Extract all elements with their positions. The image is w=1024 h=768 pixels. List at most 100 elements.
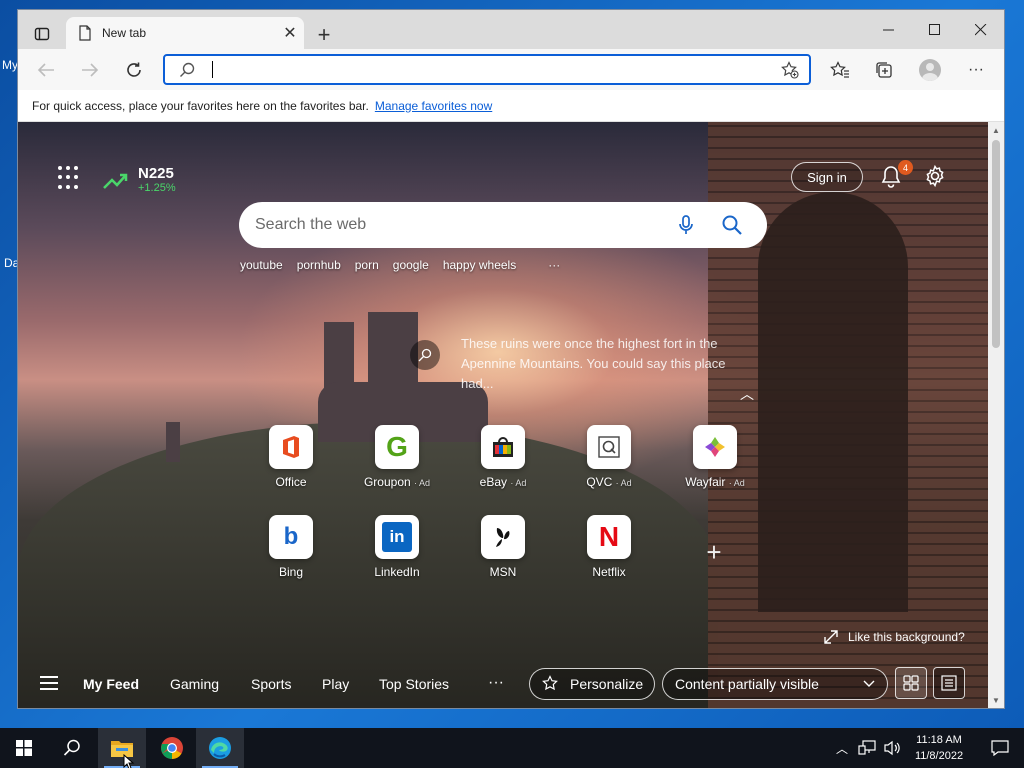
ticker-change: +1.25%	[138, 182, 176, 194]
system-clock[interactable]: 11:18 AM 11/8/2022	[904, 732, 974, 764]
taskbar-chrome[interactable]	[148, 728, 196, 768]
network-icon[interactable]	[858, 740, 876, 756]
trending-more-button[interactable]: ···	[548, 258, 560, 272]
tab-sports[interactable]: Sports	[251, 676, 291, 692]
web-search-input[interactable]	[255, 214, 655, 236]
sign-in-button[interactable]: Sign in	[791, 162, 863, 192]
start-button[interactable]	[0, 728, 48, 768]
image-info-text[interactable]: These ruins were once the highest fort i…	[461, 334, 731, 394]
scroll-down-arrow-icon[interactable]: ▼	[988, 692, 1004, 708]
tab-bar: New tab ✕ +	[18, 10, 1004, 49]
minimize-icon	[883, 29, 894, 30]
feed-menu-button[interactable]	[40, 676, 58, 690]
like-background-button[interactable]: Like this background?	[824, 630, 965, 644]
tab-actions-icon	[34, 27, 50, 41]
back-button[interactable]	[30, 54, 62, 86]
background-small-tower	[166, 422, 180, 462]
tab-close-icon[interactable]: ✕	[276, 19, 304, 47]
image-info-button[interactable]	[410, 340, 440, 370]
address-bar[interactable]	[163, 54, 811, 85]
scroll-up-arrow-icon[interactable]: ▲	[988, 122, 1004, 138]
action-center-button[interactable]	[976, 728, 1024, 768]
trending-item[interactable]: pornhub	[297, 258, 341, 272]
trending-item[interactable]: porn	[355, 258, 379, 272]
tab-top-stories[interactable]: Top Stories	[379, 676, 449, 692]
app-launcher-button[interactable]	[58, 166, 82, 190]
microphone-icon[interactable]	[675, 214, 697, 236]
scrollbar-thumb[interactable]	[992, 140, 1000, 348]
tab-my-feed[interactable]: My Feed	[83, 676, 139, 692]
trending-searches: youtube pornhub porn google happy wheels…	[240, 258, 574, 272]
wayfair-icon	[693, 425, 737, 469]
profile-button[interactable]	[915, 55, 945, 85]
collapse-chevron-up-icon[interactable]: ︿	[740, 384, 754, 404]
quick-link-qvc[interactable]: QVC · Ad	[561, 425, 657, 489]
quick-link-linkedin[interactable]: in LinkedIn	[349, 515, 445, 579]
quick-link-netflix[interactable]: N Netflix	[561, 515, 657, 579]
add-favorite-icon[interactable]	[781, 61, 799, 79]
trending-item[interactable]: youtube	[240, 258, 283, 272]
netflix-icon: N	[587, 515, 631, 559]
ad-label: · Ad	[728, 478, 745, 488]
windows-logo-icon	[16, 740, 32, 756]
trending-item[interactable]: happy wheels	[443, 258, 516, 272]
quick-link-groupon[interactable]: G Groupon · Ad	[349, 425, 445, 489]
maximize-button[interactable]	[912, 10, 958, 49]
tab-title: New tab	[102, 26, 147, 40]
web-search-box[interactable]	[239, 202, 767, 248]
expand-arrow-icon	[824, 630, 838, 644]
chrome-icon	[161, 737, 183, 759]
quick-link-bing[interactable]: b Bing	[243, 515, 339, 579]
personalize-button[interactable]: Personalize	[529, 668, 655, 700]
collections-icon	[876, 62, 892, 78]
edge-icon	[209, 737, 231, 759]
taskbar-edge[interactable]	[196, 728, 244, 768]
minimize-button[interactable]	[866, 10, 912, 49]
tab-play[interactable]: Play	[322, 676, 349, 692]
quick-link-ebay[interactable]: eBay · Ad	[455, 425, 551, 489]
favorites-bar: For quick access, place your favorites h…	[18, 90, 1004, 122]
tab-new-tab[interactable]: New tab ✕	[66, 17, 304, 49]
quick-link-office[interactable]: Office	[243, 425, 339, 489]
show-hidden-icons-chevron-up-icon[interactable]: ︿	[836, 740, 848, 757]
list-layout-button[interactable]	[933, 667, 965, 699]
address-input[interactable]	[215, 59, 775, 81]
new-tab-button[interactable]: +	[310, 21, 338, 49]
favorites-button[interactable]	[825, 55, 855, 85]
tile-label: eBay	[479, 475, 507, 489]
tab-gaming[interactable]: Gaming	[170, 676, 219, 692]
add-quick-link-icon[interactable]: +	[701, 539, 727, 565]
avatar	[919, 59, 941, 81]
system-tray: ︿	[836, 728, 902, 768]
quick-link-msn[interactable]: MSN	[455, 515, 551, 579]
notification-chat-icon	[991, 740, 1009, 756]
trending-item[interactable]: google	[393, 258, 429, 272]
taskbar-search-button[interactable]	[48, 728, 96, 768]
forward-button[interactable]	[74, 54, 106, 86]
desktop-icon-label-mycomputer[interactable]: My	[2, 58, 18, 72]
new-tab-page: N225 +1.25% Sign in 4 youtube pornhub po…	[18, 122, 988, 708]
manage-favorites-link[interactable]: Manage favorites now	[375, 99, 492, 113]
trend-up-icon	[103, 173, 128, 189]
settings-more-button[interactable]: ···	[961, 55, 991, 85]
feed-more-button[interactable]: ···	[488, 674, 504, 692]
gear-icon[interactable]	[923, 164, 947, 188]
page-scrollbar[interactable]: ▲ ▼	[988, 122, 1004, 708]
close-window-button[interactable]	[958, 10, 1004, 49]
tab-actions-button[interactable]	[27, 19, 57, 49]
personalize-label: Personalize	[570, 676, 644, 692]
taskbar-file-explorer[interactable]	[98, 728, 146, 768]
volume-icon[interactable]	[884, 740, 902, 756]
grid-layout-button[interactable]	[895, 667, 927, 699]
tile-label: Bing	[278, 565, 304, 579]
stock-ticker[interactable]: N225 +1.25%	[102, 166, 176, 196]
refresh-icon	[127, 62, 141, 77]
search-submit-icon[interactable]	[721, 214, 743, 236]
page-icon	[79, 25, 91, 41]
favorites-icon	[830, 61, 849, 78]
chevron-down-icon	[863, 680, 875, 687]
content-visibility-dropdown[interactable]: Content partially visible	[662, 668, 888, 700]
quick-link-wayfair[interactable]: Wayfair · Ad	[667, 425, 763, 489]
collections-button[interactable]	[869, 55, 899, 85]
refresh-button[interactable]	[118, 54, 150, 86]
